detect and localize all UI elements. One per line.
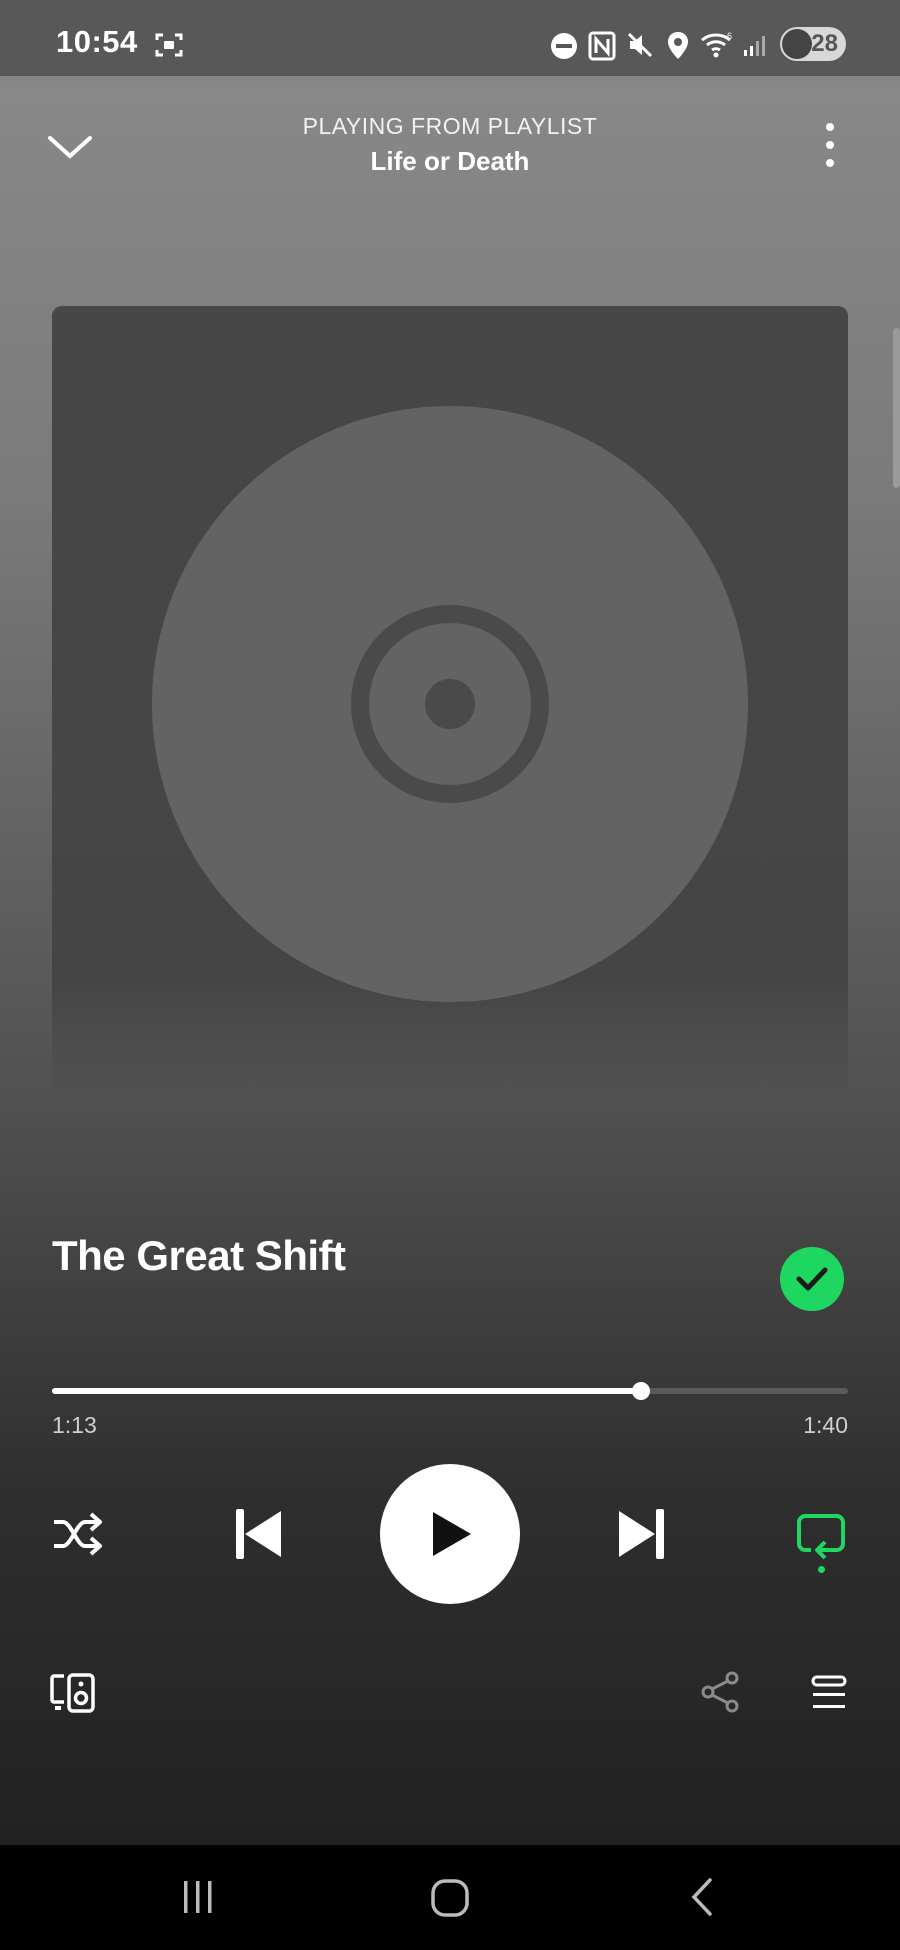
playing-from-label: PLAYING FROM PLAYLIST — [302, 113, 598, 139]
system-nav-bar — [0, 1845, 900, 1950]
progress-thumb[interactable] — [632, 1382, 651, 1400]
check-icon — [796, 1267, 828, 1291]
more-vertical-icon[interactable] — [818, 122, 842, 168]
progress-fill — [52, 1388, 642, 1394]
svg-text:6: 6 — [727, 31, 732, 41]
battery-level: 28 — [811, 30, 838, 57]
disc-placeholder-icon — [152, 406, 748, 1002]
elapsed-time: 1:13 — [52, 1412, 97, 1438]
play-icon — [433, 1512, 471, 1556]
battery-indicator: 28 — [780, 27, 846, 61]
liked-button[interactable] — [780, 1247, 844, 1311]
duration-time: 1:40 — [803, 1412, 848, 1438]
do-not-disturb-icon — [550, 32, 578, 60]
location-icon — [666, 31, 690, 61]
signal-icon — [742, 32, 770, 58]
shuffle-icon[interactable] — [50, 1508, 106, 1560]
home-icon[interactable] — [430, 1878, 470, 1918]
playlist-name[interactable]: Life or Death — [0, 146, 900, 177]
queue-icon[interactable] — [810, 1674, 848, 1712]
recent-apps-icon[interactable] — [178, 1879, 218, 1915]
scrollbar[interactable] — [893, 328, 900, 488]
skip-next-icon[interactable] — [614, 1506, 668, 1562]
song-title[interactable]: The Great Shift — [52, 1232, 346, 1280]
nfc-icon — [588, 31, 616, 61]
album-artwork — [52, 306, 848, 1102]
repeat-icon[interactable] — [794, 1508, 848, 1576]
wifi-icon: 6 — [700, 30, 734, 58]
disc-center — [425, 679, 475, 729]
progress-bar[interactable] — [52, 1382, 848, 1400]
screen-record-icon — [154, 32, 184, 58]
play-button[interactable] — [380, 1464, 520, 1604]
battery-charging-icon — [782, 29, 812, 59]
skip-previous-icon[interactable] — [232, 1506, 286, 1562]
back-icon[interactable] — [688, 1877, 718, 1917]
connect-device-icon[interactable] — [48, 1672, 98, 1714]
share-icon[interactable] — [700, 1670, 740, 1714]
status-time: 10:54 — [56, 24, 138, 59]
mute-icon — [626, 31, 654, 59]
repeat-active-dot — [817, 1565, 825, 1573]
